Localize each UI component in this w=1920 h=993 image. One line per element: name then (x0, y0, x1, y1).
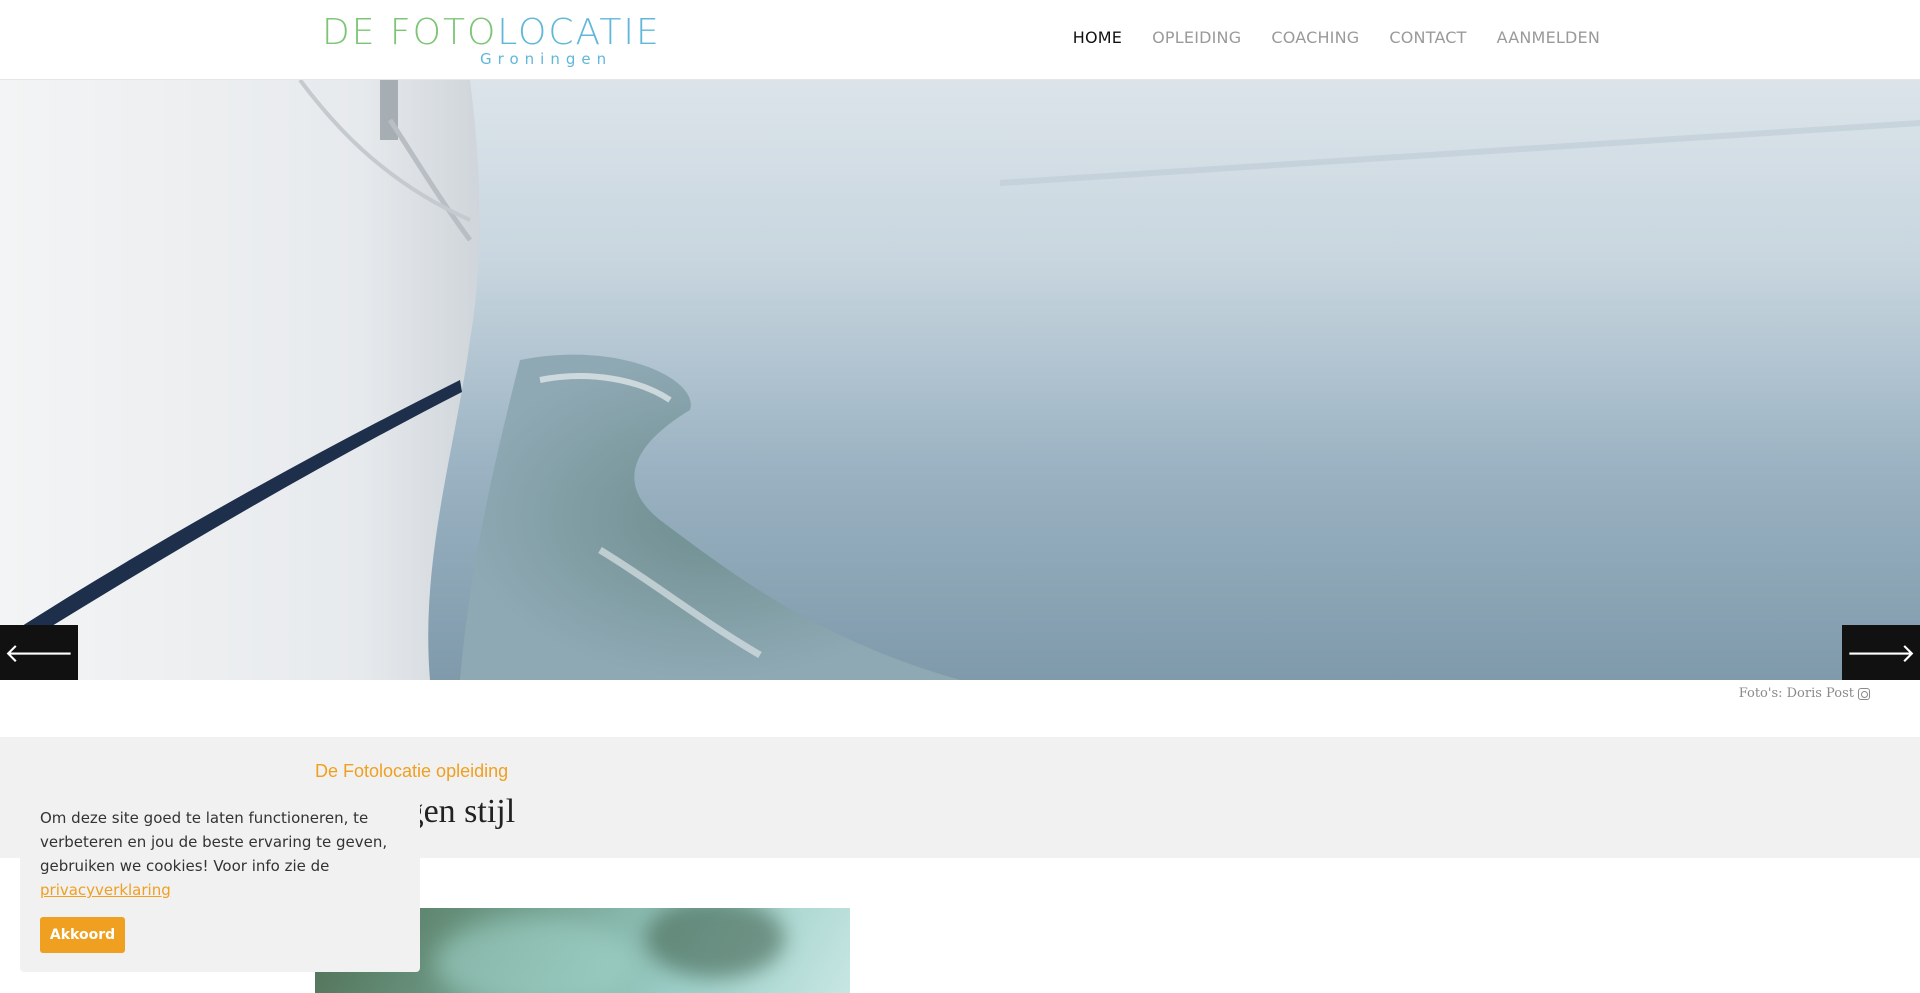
privacy-link[interactable]: privacyverklaring (40, 878, 400, 902)
photo-credit-text: Foto's: Doris Post (1738, 686, 1854, 701)
arrow-left-icon: 🡐 (4, 637, 74, 668)
logo-wordmark: DE FOTOLOCATIE (322, 12, 661, 53)
cookie-banner: Om deze site goed te laten functioneren,… (20, 784, 420, 972)
accept-cookies-button[interactable]: Akkoord (40, 917, 125, 953)
logo-word-blue: LOCATIE (497, 12, 661, 53)
main-nav: HOME OPLEIDING COACHING CONTACT AANMELDE… (1073, 28, 1600, 47)
image-highlight (435, 918, 635, 993)
arrow-right-icon: 🡒 (1846, 637, 1916, 668)
photo-credit: Foto's: Doris Post (1739, 686, 1870, 701)
logo-subtitle: Groningen (480, 50, 613, 68)
nav-contact[interactable]: CONTACT (1389, 28, 1466, 47)
site-header: DE FOTOLOCATIE Groningen HOME OPLEIDING … (0, 0, 1920, 80)
cookie-text: Om deze site goed te laten functioneren,… (40, 809, 388, 875)
instagram-icon[interactable] (1858, 687, 1870, 700)
slider-prev-button[interactable]: 🡐 (0, 625, 78, 680)
nav-opleiding[interactable]: OPLEIDING (1152, 28, 1241, 47)
image-shadow (645, 908, 785, 978)
logo[interactable]: DE FOTOLOCATIE Groningen (322, 12, 659, 72)
hero-slider: 🡐 🡒 (0, 80, 1920, 680)
nav-aanmelden[interactable]: AANMELDEN (1497, 28, 1600, 47)
nav-coaching[interactable]: COACHING (1271, 28, 1359, 47)
slider-next-button[interactable]: 🡒 (1842, 625, 1920, 680)
nav-home[interactable]: HOME (1073, 28, 1122, 47)
intro-kicker: De Fotolocatie opleiding (315, 761, 509, 781)
hero-photo (0, 80, 1920, 680)
logo-word-green: DE FOTO (322, 12, 498, 53)
